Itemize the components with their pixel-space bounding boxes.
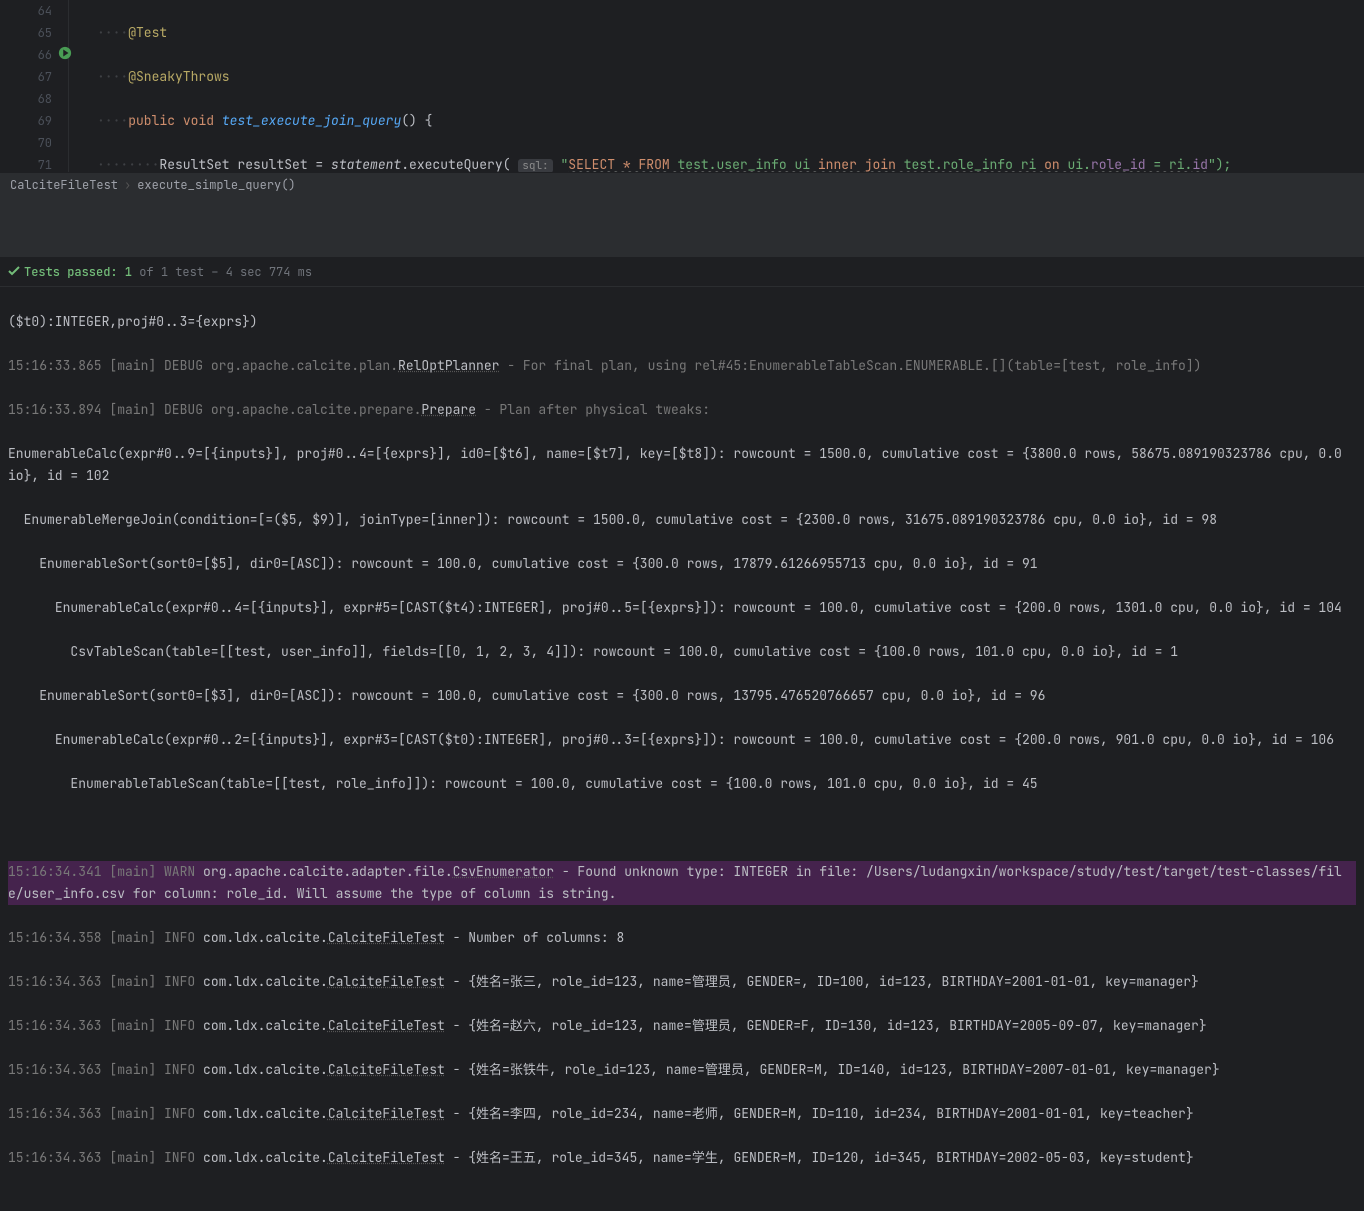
plan-line: EnumerableCalc(expr#0..4=[{inputs}], exp… <box>8 597 1356 619</box>
line-number: 65 <box>0 22 52 44</box>
result-row: 15:16:34.363 [main] INFO com.ldx.calcite… <box>8 1147 1356 1169</box>
log-line <box>8 817 1356 839</box>
line-number: 71 <box>0 154 52 172</box>
code-line[interactable]: ····@Test <box>97 22 1364 44</box>
run-test-icon[interactable] <box>58 46 72 60</box>
result-row: 15:16:34.363 [main] INFO com.ldx.calcite… <box>8 1015 1356 1037</box>
tool-window-header <box>0 196 1364 258</box>
plan-line: EnumerableTableScan(table=[[test, role_i… <box>8 773 1356 795</box>
line-number: 64 <box>0 0 52 22</box>
result-row: 15:16:34.363 [main] INFO com.ldx.calcite… <box>8 971 1356 993</box>
breadcrumb: CalciteFileTest › execute_simple_query() <box>0 172 1364 196</box>
plan-line: EnumerableMergeJoin(condition=[=($5, $9)… <box>8 509 1356 531</box>
breadcrumb-sep: › <box>124 177 131 193</box>
line-number: 68 <box>0 88 52 110</box>
code-line[interactable]: ········ResultSet resultSet = statement.… <box>97 154 1364 172</box>
tests-duration: of 1 test – 4 sec 774 ms <box>132 264 312 280</box>
plan-line: EnumerableSort(sort0=[$3], dir0=[ASC]): … <box>8 685 1356 707</box>
code-line[interactable]: ····@SneakyThrows <box>97 66 1364 88</box>
line-number: 70 <box>0 132 52 154</box>
breadcrumb-method[interactable]: execute_simple_query() <box>137 177 295 193</box>
line-number: 69 <box>0 110 52 132</box>
breadcrumb-class[interactable]: CalciteFileTest <box>10 177 118 193</box>
plan-line: CsvTableScan(table=[[test, user_info]], … <box>8 641 1356 663</box>
log-line: 15:16:33.865 [main] DEBUG org.apache.cal… <box>8 355 1356 377</box>
code-editor[interactable]: 64 65 66 67 68 69 70 71 ····@Test ····@S… <box>0 0 1364 172</box>
log-line: ($t0):INTEGER,proj#0..3={exprs}) <box>8 311 1356 333</box>
line-number[interactable]: 66 <box>0 44 52 66</box>
plan-line: EnumerableCalc(expr#0..2=[{inputs}], exp… <box>8 729 1356 751</box>
plan-line: EnumerableSort(sort0=[$5], dir0=[ASC]): … <box>8 553 1356 575</box>
result-row: 15:16:34.363 [main] INFO com.ldx.calcite… <box>8 1103 1356 1125</box>
line-gutter: 64 65 66 67 68 69 70 71 <box>0 0 62 172</box>
code-line[interactable]: ····public void test_execute_join_query(… <box>97 110 1364 132</box>
log-line: 15:16:34.358 [main] INFO com.ldx.calcite… <box>8 927 1356 949</box>
tests-passed-label: Tests passed: 1 <box>24 264 132 280</box>
console-output[interactable]: ($t0):INTEGER,proj#0..3={exprs}) 15:16:3… <box>0 287 1364 1211</box>
log-warn-line: 15:16:34.341 [main] WARN org.apache.calc… <box>8 861 1356 905</box>
result-row: 15:16:34.363 [main] INFO com.ldx.calcite… <box>8 1059 1356 1081</box>
plan-line: EnumerableCalc(expr#0..9=[{inputs}], pro… <box>8 443 1356 487</box>
param-hint: sql: <box>518 159 552 172</box>
code-area[interactable]: ····@Test ····@SneakyThrows ····public v… <box>68 0 1364 172</box>
line-number: 67 <box>0 66 52 88</box>
test-status-bar: Tests passed: 1 of 1 test – 4 sec 774 ms <box>0 258 1364 287</box>
log-line: 15:16:33.894 [main] DEBUG org.apache.cal… <box>8 399 1356 421</box>
check-icon <box>8 265 20 277</box>
